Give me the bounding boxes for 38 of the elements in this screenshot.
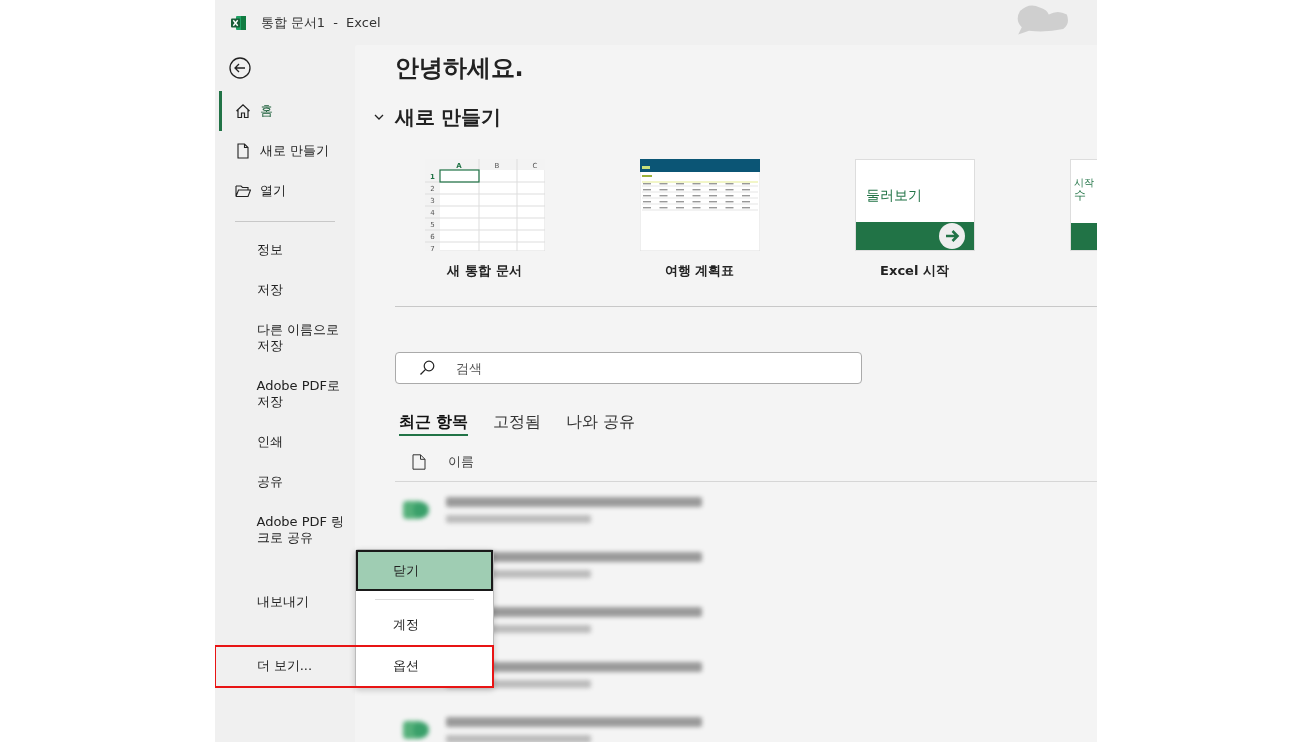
sidebar-item[interactable]: 저장 xyxy=(214,270,351,310)
sidebar-item[interactable]: Adobe PDF 링크로 공유 xyxy=(214,502,351,558)
home-icon xyxy=(234,103,251,119)
sidebar-item[interactable]: 더 보기... xyxy=(214,646,351,686)
travel-planner-thumbnail[interactable] xyxy=(639,159,760,251)
back-button[interactable] xyxy=(228,57,251,79)
search-icon xyxy=(418,360,435,376)
document-icon xyxy=(234,143,251,159)
window-title: 통합 문서1 - Excel xyxy=(260,13,381,32)
sidebar-item[interactable]: Adobe PDF로 저장 xyxy=(214,366,351,422)
menu-item[interactable]: 계정 xyxy=(355,604,493,645)
sidebar-item[interactable]: 인쇄 xyxy=(214,422,351,462)
file-tab[interactable]: 최근 항목 xyxy=(398,411,469,436)
thumbnail-text: 수 xyxy=(1073,189,1087,202)
tour-thumbnail[interactable]: 둘러보기 xyxy=(854,159,975,251)
file-tab[interactable]: 나와 공유 xyxy=(566,411,636,436)
arrow-right-icon xyxy=(937,222,966,250)
file-tab[interactable]: 고정됨 xyxy=(493,411,542,436)
excel-logo-icon xyxy=(230,14,247,31)
file-icon xyxy=(411,454,426,470)
sidebar-item[interactable]: 공유 xyxy=(214,462,351,502)
template-label[interactable]: Excel 시작 xyxy=(880,263,949,279)
tour-card-text: 둘러보기 xyxy=(865,187,923,205)
folder-icon xyxy=(234,183,251,199)
menu-item[interactable]: 닫기 xyxy=(355,550,493,591)
template-label[interactable]: 새 통합 문서 xyxy=(447,263,522,279)
section-toggle[interactable]: 새로 만들기 xyxy=(372,103,502,131)
sidebar-item[interactable]: 정보 xyxy=(214,230,351,270)
sidebar-item[interactable]: 내보내기 xyxy=(214,582,351,622)
template-thumbnail[interactable]: 시작 수 xyxy=(1069,159,1097,251)
template-label[interactable]: 여행 계획표 xyxy=(664,263,735,279)
column-header[interactable]: 이름 xyxy=(447,453,474,471)
sidebar-item[interactable]: 열기 xyxy=(218,171,355,211)
sidebar-item[interactable]: 새로 만들기 xyxy=(218,131,355,171)
greeting-heading: 안녕하세요. xyxy=(394,53,524,84)
sidebar-item[interactable]: 다른 이름으로 저장 xyxy=(214,310,351,366)
search-field[interactable]: 검색 xyxy=(394,352,862,384)
thumbnail-text: 시작 xyxy=(1073,176,1095,189)
